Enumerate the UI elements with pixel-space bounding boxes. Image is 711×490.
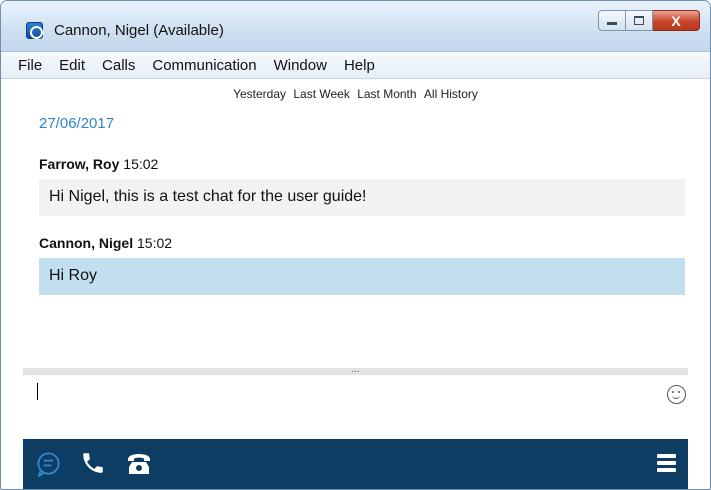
app-icon[interactable] — [26, 22, 43, 39]
menu-icon[interactable] — [657, 454, 676, 475]
maximize-button[interactable] — [626, 10, 653, 31]
menu-file[interactable]: File — [11, 57, 49, 74]
sender-name: Farrow, Roy — [39, 156, 120, 172]
action-toolbar — [23, 439, 688, 489]
message-bubble-incoming: Hi Nigel, this is a test chat for the us… — [39, 179, 685, 216]
menu-calls[interactable]: Calls — [95, 57, 142, 74]
menu-help[interactable]: Help — [337, 57, 382, 74]
phone-icon[interactable] — [126, 452, 152, 476]
minimize-icon — [607, 22, 617, 25]
message-input[interactable] — [23, 375, 688, 439]
menu-icon-bar — [657, 461, 676, 465]
history-filters: Yesterday Last Week Last Month All Histo… — [1, 87, 710, 101]
menu-communication[interactable]: Communication — [145, 57, 263, 74]
message-time: 15:02 — [123, 156, 159, 172]
message-bubble-outgoing: Hi Roy — [39, 258, 685, 295]
chat-window: Cannon, Nigel (Available) X File Edit Ca… — [0, 0, 711, 490]
message-sender: Farrow, Roy 15:02 — [39, 156, 158, 172]
menu-bar: File Edit Calls Communication Window Hel… — [1, 52, 710, 79]
menu-window[interactable]: Window — [267, 57, 334, 74]
filter-all-history[interactable]: All History — [424, 87, 478, 101]
message-time: 15:02 — [137, 235, 173, 251]
message-sender: Cannon, Nigel 15:02 — [39, 235, 172, 251]
window-title: Cannon, Nigel (Available) — [54, 22, 224, 39]
text-caret — [37, 383, 38, 400]
filter-last-week[interactable]: Last Week — [293, 87, 349, 101]
minimize-button[interactable] — [598, 10, 626, 31]
sender-name: Cannon, Nigel — [39, 235, 134, 251]
chat-icon[interactable] — [35, 451, 62, 478]
filter-yesterday[interactable]: Yesterday — [233, 87, 286, 101]
filter-last-month[interactable]: Last Month — [357, 87, 416, 101]
title-bar[interactable]: Cannon, Nigel (Available) X — [1, 1, 710, 52]
conversation-date: 27/06/2017 — [39, 115, 115, 132]
maximize-icon — [634, 16, 644, 25]
close-button[interactable]: X — [653, 10, 700, 31]
pane-splitter[interactable]: ... — [23, 365, 688, 375]
window-controls: X — [598, 10, 700, 31]
smiley-icon[interactable] — [667, 385, 686, 404]
menu-edit[interactable]: Edit — [52, 57, 92, 74]
call-icon[interactable] — [80, 450, 106, 476]
menu-icon-bar — [657, 454, 676, 458]
menu-icon-bar — [657, 468, 676, 472]
